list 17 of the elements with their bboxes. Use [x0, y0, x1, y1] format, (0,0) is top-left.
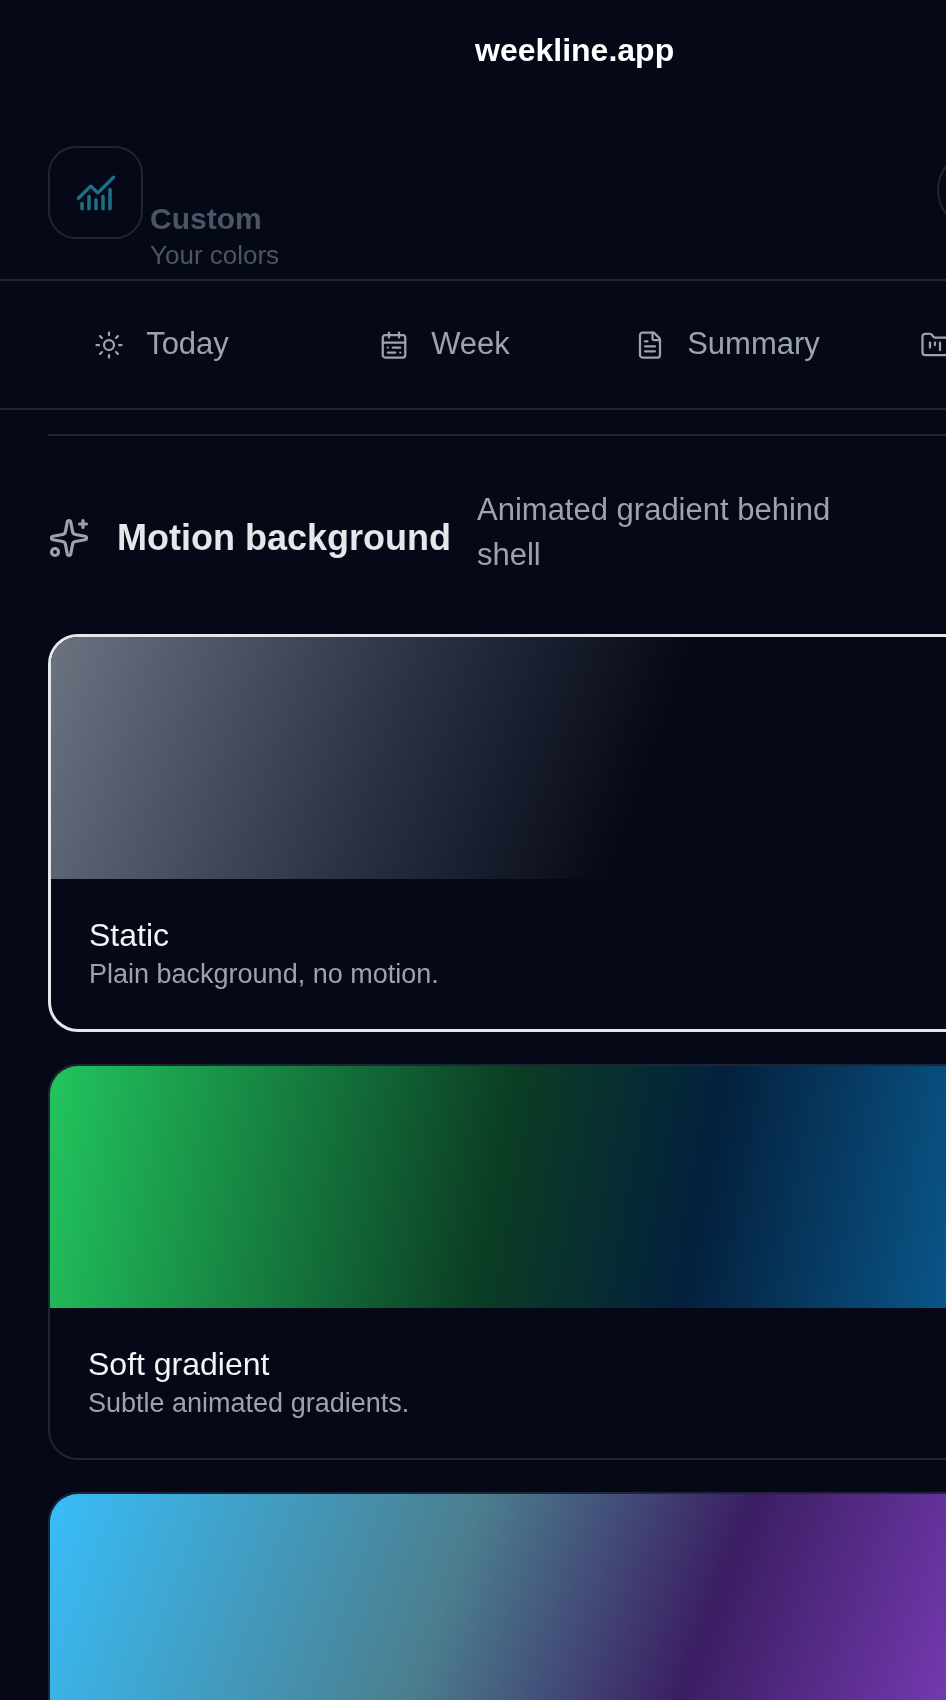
site-title: weekline.app	[475, 34, 675, 66]
option-title: Static	[89, 916, 171, 955]
option-description: Subtle animated gradients.	[88, 1387, 411, 1420]
card-subtitle: Your colors	[150, 242, 280, 268]
nav-tab[interactable]: Summary	[635, 321, 820, 368]
option-card[interactable]: Static Plain background, no motion.	[48, 634, 946, 1032]
option-description: Plain background, no motion.	[89, 958, 440, 991]
option-title: Soft gradient	[88, 1345, 271, 1384]
chart-button[interactable]	[48, 146, 143, 239]
option-card[interactable]: Soft gradient Subtle animated gradients.	[48, 1064, 946, 1460]
sun-icon	[94, 329, 125, 360]
section-title: Motion background	[117, 516, 452, 560]
section-description: Animated gradient behind shell	[477, 491, 832, 574]
sparkles-icon	[48, 517, 90, 559]
card-title: Custom	[150, 204, 262, 234]
nav-tab[interactable]: Today	[94, 321, 229, 368]
nav-tab[interactable]: Week	[379, 321, 510, 368]
